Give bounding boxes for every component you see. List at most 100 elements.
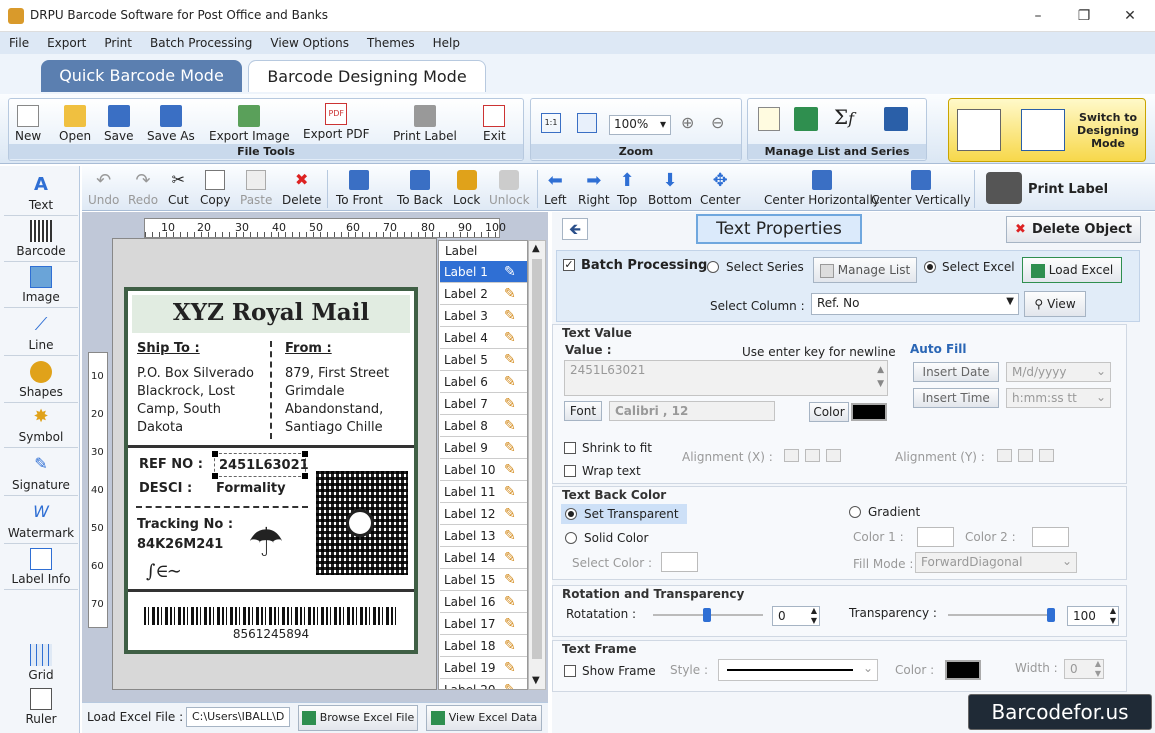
align-x-center-icon[interactable] (805, 449, 820, 462)
transparency-slider-thumb[interactable] (1047, 608, 1055, 622)
delete-button[interactable]: ✖ Delete (282, 168, 321, 207)
excel-path-input[interactable]: C:\Users\IBALL\D (186, 707, 290, 727)
text-value-input[interactable]: 2451L63021 ▲ ▼ (564, 360, 888, 396)
edit-pencil-icon[interactable]: ✎ (504, 572, 518, 588)
scroll-up-icon[interactable]: ▲ (532, 243, 540, 254)
label-list-item[interactable]: Label 3 ✎ (440, 305, 527, 327)
menu-print[interactable]: Print (95, 32, 141, 50)
rotation-slider-thumb[interactable] (703, 608, 711, 622)
scroll-arrows-icon[interactable]: ▲ ▼ (877, 363, 884, 391)
align-right-button[interactable]: ➡ Right (578, 168, 610, 207)
gradient-radio[interactable] (849, 506, 861, 518)
label-list-item[interactable]: Label 10 ✎ (440, 459, 527, 481)
align-y-top-icon[interactable] (997, 449, 1012, 462)
color2-swatch[interactable] (1032, 527, 1069, 547)
edit-pencil-icon[interactable]: ✎ (504, 374, 518, 390)
shrink-to-fit-checkbox[interactable] (564, 442, 576, 454)
label-list-item[interactable]: Label 18 ✎ (440, 635, 527, 657)
set-transparent-radio[interactable] (565, 508, 577, 520)
tab-quick-barcode-mode[interactable]: Quick Barcode Mode (41, 60, 242, 92)
label-list-item[interactable]: Label 6 ✎ (440, 371, 527, 393)
ref-no-label[interactable]: REF NO : (139, 457, 203, 472)
undo-button[interactable]: ↶ Undo (88, 168, 119, 207)
label-list-item[interactable]: Label 12 ✎ (440, 503, 527, 525)
desc-label[interactable]: DESCI : (139, 481, 192, 496)
label-list-item[interactable]: Label 20 ✎ (440, 679, 527, 689)
close-button[interactable]: ✕ (1107, 0, 1153, 32)
label-info-tool[interactable]: Label Info (4, 548, 78, 590)
align-x-right-icon[interactable] (826, 449, 841, 462)
manage-list-button[interactable]: Manage List (813, 257, 917, 283)
new-button[interactable]: New (15, 105, 41, 143)
insert-date-button[interactable]: Insert Date (913, 362, 999, 382)
browse-excel-button[interactable]: Browse Excel File (298, 705, 418, 731)
qr-code[interactable] (316, 471, 408, 575)
from-title[interactable]: From : (285, 341, 332, 356)
edit-pencil-icon[interactable]: ✎ (504, 594, 518, 610)
zoom-fit-icon[interactable]: 1:1 (541, 113, 561, 133)
ruler-tool[interactable]: Ruler (4, 688, 78, 729)
copy-button[interactable]: Copy (200, 168, 230, 207)
zoom-fit-page-icon[interactable] (577, 113, 597, 133)
print-label-button[interactable]: Print Label (393, 105, 457, 143)
color-button[interactable]: Color (809, 402, 849, 422)
minimize-button[interactable]: – (1015, 0, 1061, 32)
exit-button[interactable]: Exit (483, 105, 506, 143)
scroll-down-icon[interactable]: ▼ (532, 675, 540, 686)
selection-handle[interactable] (302, 473, 308, 479)
from-address[interactable]: 879, First Street Grimdale Abandonstand, Sa… (285, 365, 389, 437)
wrap-text-checkbox[interactable] (564, 465, 576, 477)
edit-pencil-icon[interactable]: ✎ (504, 616, 518, 632)
label-list-item[interactable]: Label 19 ✎ (440, 657, 527, 679)
menu-export[interactable]: Export (38, 32, 95, 50)
menu-help[interactable]: Help (424, 32, 469, 50)
save-button[interactable]: Save (104, 105, 133, 143)
tracking-value[interactable]: 84K26M241 (137, 537, 223, 552)
zoom-select[interactable]: 100% ▾ (609, 115, 671, 135)
spinner-icon[interactable]: ▲ ▼ (1095, 659, 1101, 679)
menu-batch-processing[interactable]: Batch Processing (141, 32, 261, 50)
selection-handle[interactable] (212, 473, 218, 479)
redo-button[interactable]: ↷ Redo (128, 168, 158, 207)
print-label-toolbar-button[interactable]: Print Label (982, 170, 1112, 208)
to-back-button[interactable]: To Back (397, 168, 443, 207)
label-header-text[interactable]: XYZ Royal Mail (128, 299, 414, 326)
lock-button[interactable]: Lock (453, 168, 480, 207)
back-color-swatch[interactable] (661, 552, 698, 572)
edit-list-icon[interactable] (758, 107, 780, 131)
align-top-button[interactable]: ⬆ Top (617, 168, 637, 207)
switch-to-designing-mode-button[interactable]: Switch to Designing Mode (948, 98, 1146, 162)
edit-pencil-icon[interactable]: ✎ (504, 484, 518, 500)
show-frame-checkbox[interactable] (564, 665, 576, 677)
align-y-middle-icon[interactable] (1018, 449, 1033, 462)
to-front-button[interactable]: To Front (336, 168, 383, 207)
save-as-button[interactable]: Save As (147, 105, 195, 143)
label-list-item[interactable]: Label 16 ✎ (440, 591, 527, 613)
cut-button[interactable]: ✂ Cut (168, 168, 189, 207)
open-button[interactable]: Open (59, 105, 91, 143)
label-list-item[interactable]: Label 17 ✎ (440, 613, 527, 635)
solid-color-radio[interactable] (565, 532, 577, 544)
edit-pencil-icon[interactable]: ✎ (504, 418, 518, 434)
shapes-tool[interactable]: Shapes (4, 361, 78, 403)
barcode-tool[interactable]: Barcode (4, 220, 78, 262)
tracking-label[interactable]: Tracking No : (137, 517, 233, 532)
edit-pencil-icon[interactable]: ✎ (504, 308, 518, 324)
edit-pencil-icon[interactable]: ✎ (504, 462, 518, 478)
edit-pencil-icon[interactable]: ✎ (504, 286, 518, 302)
barcode-number[interactable]: 8561245894 (128, 627, 414, 641)
align-center-button[interactable]: ✥ Center (700, 168, 740, 207)
paste-button[interactable]: Paste (240, 168, 272, 207)
fill-mode-select[interactable]: ForwardDiagonal ⌄ (915, 552, 1077, 573)
load-excel-button[interactable]: Load Excel (1022, 257, 1122, 283)
frame-color-swatch[interactable] (945, 660, 981, 680)
spinner-icon[interactable]: ▲ ▼ (1110, 606, 1116, 626)
maximize-button[interactable]: ❐ (1061, 0, 1107, 32)
text-tool[interactable]: A Text (4, 174, 78, 216)
signature-tool[interactable]: ✎ Signature (4, 454, 78, 496)
ship-to-address[interactable]: P.O. Box Silverado Blackrock, Lost Camp, S… (137, 365, 254, 437)
frame-style-select[interactable]: ⌄ (718, 659, 878, 681)
insert-time-button[interactable]: Insert Time (913, 388, 999, 408)
text-color-swatch[interactable] (851, 403, 887, 421)
ship-to-title[interactable]: Ship To : (137, 341, 200, 356)
